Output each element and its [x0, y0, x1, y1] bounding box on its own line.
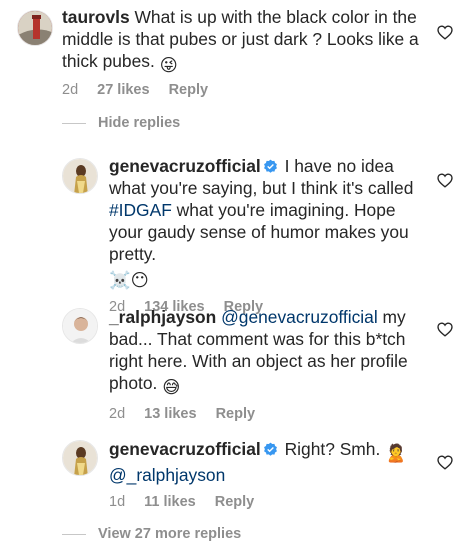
heart-icon[interactable]	[437, 322, 453, 337]
comment-text: genevacruzofficial I have no idea what y…	[109, 155, 419, 291]
comment-text: _ralphjayson @genevacruzofficial my bad.…	[109, 306, 419, 398]
comment-text: taurovls What is up with the black color…	[62, 6, 422, 76]
comment-time: 2d	[62, 82, 79, 98]
comment-meta: 1d 11 likes Reply	[109, 494, 419, 510]
comment-emoji: ☠️😶	[109, 270, 149, 290]
mention-link[interactable]: @genevacruzofficial	[221, 307, 378, 327]
comment-text: genevacruzofficial Right? Smh. 🙎 @_ralph…	[109, 438, 419, 486]
comment-username[interactable]: genevacruzofficial	[109, 156, 261, 176]
verified-badge-icon	[263, 442, 277, 456]
comment-username[interactable]: _ralphjayson	[109, 307, 216, 327]
comment-username[interactable]: taurovls	[62, 7, 130, 27]
likes-link[interactable]: 27 likes	[97, 82, 149, 98]
likes-link[interactable]: 13 likes	[144, 406, 196, 422]
comment-username[interactable]: genevacruzofficial	[109, 439, 261, 459]
likes-link[interactable]: 11 likes	[144, 494, 196, 510]
comment-body: Right? Smh.	[284, 439, 381, 459]
comment-meta: 2d 27 likes Reply	[62, 82, 422, 98]
reply-button[interactable]: Reply	[216, 406, 256, 422]
comment-emoji: 😜	[159, 55, 178, 75]
reply-button[interactable]: Reply	[215, 494, 255, 510]
divider-line	[62, 533, 86, 535]
avatar[interactable]	[17, 10, 53, 46]
comment-thread: taurovls What is up with the black color…	[0, 0, 474, 551]
avatar[interactable]	[62, 440, 98, 476]
view-more-label: View 27 more replies	[98, 526, 242, 542]
hide-replies-button[interactable]: Hide replies	[62, 115, 180, 131]
comment-time: 1d	[109, 494, 126, 510]
comment-meta: 2d 13 likes Reply	[109, 406, 419, 422]
divider-line	[62, 122, 86, 124]
heart-icon[interactable]	[437, 173, 453, 188]
comment-emoji: 😅	[162, 377, 181, 397]
verified-badge-icon	[263, 159, 277, 173]
heart-icon[interactable]	[437, 455, 453, 470]
comment-time: 2d	[109, 406, 126, 422]
heart-icon[interactable]	[437, 25, 453, 40]
hashtag-link[interactable]: #IDGAF	[109, 200, 172, 220]
hide-replies-label: Hide replies	[98, 115, 181, 131]
avatar[interactable]	[62, 158, 98, 194]
mention-link[interactable]: @_ralphjayson	[109, 465, 225, 485]
avatar[interactable]	[62, 308, 98, 344]
view-more-replies-button[interactable]: View 27 more replies	[62, 526, 241, 542]
comment-emoji: 🙎	[385, 443, 407, 463]
reply-button[interactable]: Reply	[169, 82, 209, 98]
